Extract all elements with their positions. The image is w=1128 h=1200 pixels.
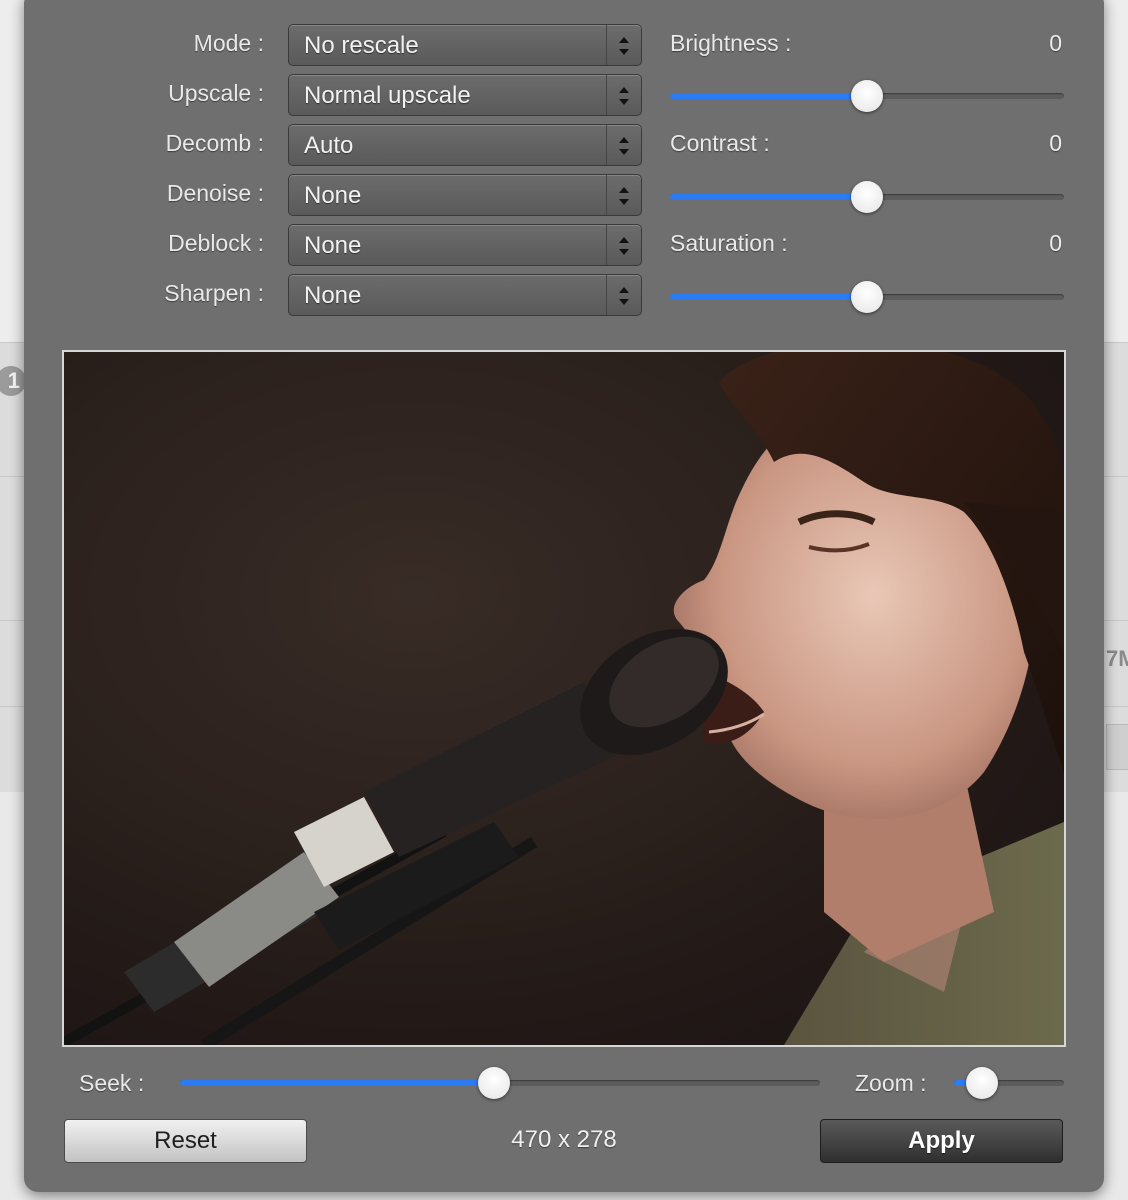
background-control (1106, 724, 1128, 770)
mode-label: Mode : (193, 30, 264, 56)
popup-arrows-icon (606, 125, 641, 165)
seek-slider[interactable] (180, 1067, 820, 1099)
contrast-value: 0 (1049, 130, 1062, 156)
brightness-value: 0 (1049, 30, 1062, 56)
seek-label: Seek : (79, 1070, 145, 1096)
decomb-popup[interactable]: Auto (288, 124, 642, 166)
slider-fill (180, 1080, 494, 1086)
popup-arrows-icon (606, 75, 641, 115)
popup-arrows-icon (606, 275, 641, 315)
slider-knob[interactable] (851, 181, 883, 213)
deblock-label: Deblock : (168, 230, 264, 256)
sharpen-label: Sharpen : (164, 280, 264, 306)
upscale-popup-value: Normal upscale (304, 82, 471, 109)
slider-fill (670, 93, 867, 99)
saturation-slider[interactable] (670, 281, 1064, 313)
saturation-value: 0 (1049, 230, 1062, 256)
apply-button[interactable]: Apply (820, 1119, 1063, 1163)
slider-fill (670, 294, 867, 300)
upscale-label: Upscale : (168, 80, 264, 106)
slider-fill (670, 194, 867, 200)
denoise-popup[interactable]: None (288, 174, 642, 216)
denoise-label: Denoise : (166, 180, 264, 206)
sharpen-popup[interactable]: None (288, 274, 642, 316)
popup-arrows-icon (606, 225, 641, 265)
reset-button[interactable]: Reset (64, 1119, 307, 1163)
popup-arrows-icon (606, 25, 641, 65)
background-size-text: 7M (1106, 646, 1128, 671)
brightness-slider[interactable] (670, 80, 1064, 112)
contrast-label: Contrast : (670, 130, 770, 156)
zoom-slider[interactable] (954, 1067, 1064, 1099)
slider-knob[interactable] (478, 1067, 510, 1099)
deblock-popup-value: None (304, 232, 362, 259)
contrast-slider[interactable] (670, 181, 1064, 213)
decomb-popup-value: Auto (304, 132, 354, 159)
popup-arrows-icon (606, 175, 641, 215)
video-frame-image (64, 352, 1064, 1045)
sharpen-popup-value: None (304, 282, 362, 309)
video-preview (62, 350, 1066, 1047)
deblock-popup[interactable]: None (288, 224, 642, 266)
mode-popup[interactable]: No rescale (288, 24, 642, 66)
zoom-label: Zoom : (855, 1070, 927, 1096)
slider-knob[interactable] (851, 80, 883, 112)
slider-knob[interactable] (966, 1067, 998, 1099)
mode-popup-value: No rescale (304, 32, 419, 59)
preview-dimensions: 470 x 278 (511, 1126, 617, 1153)
upscale-popup[interactable]: Normal upscale (288, 74, 642, 116)
saturation-label: Saturation : (670, 230, 788, 256)
decomb-label: Decomb : (165, 130, 264, 156)
denoise-popup-value: None (304, 182, 362, 209)
brightness-label: Brightness : (670, 30, 792, 56)
slider-knob[interactable] (851, 281, 883, 313)
